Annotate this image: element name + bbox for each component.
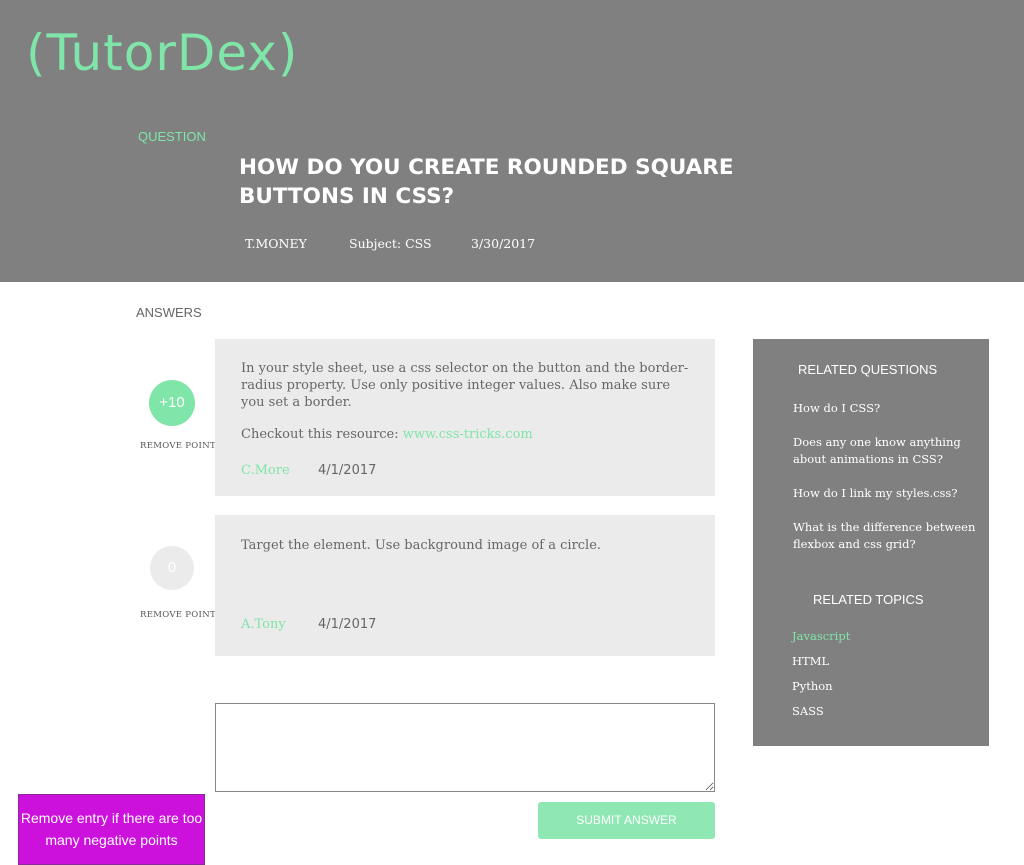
answer-author[interactable]: A.Tony	[241, 617, 286, 632]
related-question-link[interactable]: Does any one know anything about animati…	[793, 434, 983, 468]
question-title: HOW DO YOU CREATE ROUNDED SQUARE BUTTONS…	[239, 155, 734, 209]
topic-link-javascript[interactable]: Javascript	[792, 629, 850, 643]
resource-link[interactable]: www.css-tricks.com	[403, 427, 533, 442]
answers-section-label: ANSWERS	[136, 305, 202, 320]
related-question-link[interactable]: How do I link my styles.css?	[793, 485, 983, 502]
related-question-link[interactable]: What is the difference between flexbox a…	[793, 519, 983, 553]
answer-vote-badge[interactable]: 0	[150, 546, 194, 590]
remove-point-button[interactable]: REMOVE POINT	[140, 610, 216, 620]
question-date: 3/30/2017	[471, 236, 536, 251]
related-topics-heading: RELATED TOPICS	[813, 592, 924, 607]
answer-text: Target the element. Use background image…	[241, 538, 602, 553]
question-section-label: QUESTION	[138, 129, 206, 144]
answer-card: Target the element. Use background image…	[215, 515, 715, 656]
answer-date: 4/1/2017	[318, 463, 377, 478]
sidebar: RELATED QUESTIONS How do I CSS? Does any…	[753, 339, 989, 746]
topic-link-html[interactable]: HTML	[792, 654, 829, 668]
resource-prefix: Checkout this resource:	[241, 427, 403, 442]
answer-text: In your style sheet, use a css selector …	[241, 361, 689, 410]
topic-link-python[interactable]: Python	[792, 679, 833, 693]
page-header: (TutorDex) QUESTION HOW DO YOU CREATE RO…	[0, 0, 1024, 282]
answer-card: In your style sheet, use a css selector …	[215, 339, 715, 496]
answer-date: 4/1/2017	[318, 617, 377, 632]
related-question-link[interactable]: How do I CSS?	[793, 400, 983, 417]
annotation-note: Remove entry if there are too many negat…	[18, 794, 205, 865]
remove-point-button[interactable]: REMOVE POINT	[140, 441, 216, 451]
topic-link-sass[interactable]: SASS	[792, 704, 824, 718]
question-subject[interactable]: Subject: CSS	[349, 236, 432, 251]
submit-answer-button[interactable]: SUBMIT ANSWER	[538, 802, 715, 839]
answer-resource: Checkout this resource: www.css-tricks.c…	[241, 427, 533, 442]
logo[interactable]: (TutorDex)	[26, 24, 298, 82]
related-questions-heading: RELATED QUESTIONS	[798, 362, 938, 377]
answer-vote-badge[interactable]: +10	[149, 380, 195, 426]
answer-input[interactable]	[215, 703, 715, 792]
question-author[interactable]: T.MONEY	[245, 236, 307, 251]
answer-author[interactable]: C.More	[241, 463, 290, 478]
